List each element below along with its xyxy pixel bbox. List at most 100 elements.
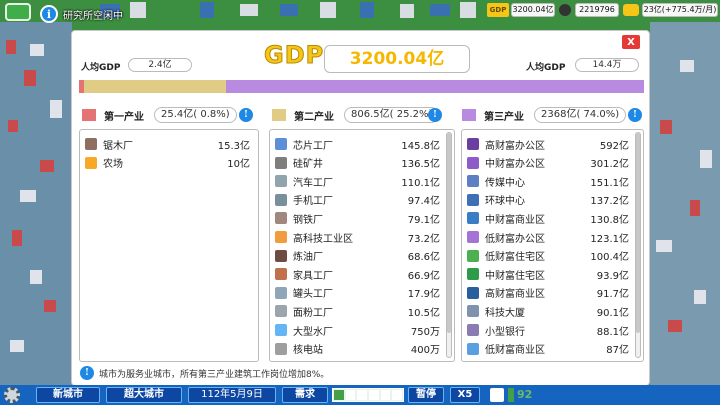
building-name: 罐头工厂: [293, 289, 333, 301]
tertiary-scrollbar[interactable]: [635, 132, 641, 358]
sector-share-bar: [79, 80, 644, 93]
info-icon: i: [40, 5, 58, 23]
building-name: 高财富商业区: [485, 289, 545, 301]
list-item[interactable]: 中财富办公区 301.2亿: [467, 154, 629, 172]
tertiary-sector-list[interactable]: 高财富办公区 592亿 中财富办公区 301.2亿 传媒中心 151.1亿 环球中心 137.…: [461, 129, 644, 362]
building-icon: [467, 249, 479, 262]
per-capita-gdp-value: 2.4亿: [128, 58, 192, 72]
building-icon: [275, 342, 287, 355]
secondary-sector-list[interactable]: 芯片工厂 145.8亿 硅矿井 136.5亿 汽车工厂 110.1亿 手机工厂 97.4亿 钢铁…: [269, 129, 455, 362]
list-item[interactable]: 科技大厦 90.1亿: [467, 302, 629, 320]
pause-button[interactable]: 暂停: [408, 387, 444, 403]
building-gdp-value: 91.7亿: [596, 289, 629, 301]
footer-note: ! 城市为服务业城市，所有第三产业建筑工作岗位增加8%。: [80, 366, 329, 380]
list-item[interactable]: 低财富住宅区 100.4亿: [467, 247, 629, 265]
list-item[interactable]: 高财富办公区 592亿: [467, 135, 629, 153]
list-item[interactable]: 高科技工业区 73.2亿: [275, 228, 440, 246]
building-name: 低财富办公区: [485, 233, 545, 245]
building-icon: [275, 175, 287, 188]
building-name: 硅矿井: [293, 159, 323, 171]
tertiary-sector-share-segment: [225, 80, 644, 93]
building-icon: [275, 268, 287, 281]
primary-sector-value: 25.4亿( 0.8%): [154, 107, 237, 123]
list-item[interactable]: 炼油厂 68.6亿: [275, 247, 440, 265]
approval-rating: 92: [517, 388, 533, 401]
building-gdp-value: 66.9亿: [407, 270, 440, 282]
secondary-scrollbar[interactable]: [446, 132, 452, 358]
list-item[interactable]: 汽车工厂 110.1亿: [275, 172, 440, 190]
building-icon: [467, 305, 479, 318]
building-name: 高科技工业区: [293, 233, 353, 245]
tertiary-sector-header: 第三产业 2368亿( 74.0%): [462, 106, 627, 124]
research-status[interactable]: i 研究所空闲中: [40, 4, 123, 24]
building-icon: [467, 212, 479, 225]
population-box[interactable]: 2219796: [575, 3, 619, 17]
list-item[interactable]: 中财富住宅区 93.9亿: [467, 265, 629, 283]
secondary-sector-info-icon[interactable]: !: [428, 108, 442, 122]
game-date: 112年5月9日: [188, 387, 276, 403]
list-item[interactable]: 硅矿井 136.5亿: [275, 154, 440, 172]
list-item[interactable]: 大型水厂 750万: [275, 321, 440, 339]
list-item[interactable]: 中财富商业区 130.8亿: [467, 209, 629, 227]
demand-button[interactable]: 需求: [282, 387, 328, 403]
list-item[interactable]: 核电站 400万: [275, 340, 440, 358]
building-gdp-value: 93.9亿: [596, 270, 629, 282]
list-item[interactable]: 农场 10亿: [85, 154, 250, 172]
list-item[interactable]: 环球中心 137.2亿: [467, 191, 629, 209]
list-item[interactable]: 高财富商业区 91.7亿: [467, 284, 629, 302]
building-name: 钢铁厂: [293, 214, 323, 226]
list-item[interactable]: 小型银行 88.1亿: [467, 321, 629, 339]
primary-sector-swatch: [82, 109, 96, 121]
money-icon: [623, 4, 639, 16]
secondary-sector-swatch: [272, 109, 286, 121]
building-name: 面粉工厂: [293, 307, 333, 319]
settings-gear-icon[interactable]: [4, 387, 20, 403]
demand-meter: [332, 388, 404, 402]
mega-city-button[interactable]: 超大城市: [106, 387, 182, 403]
list-item[interactable]: 罐头工厂 17.9亿: [275, 284, 440, 302]
building-gdp-value: 130.8亿: [590, 214, 629, 226]
primary-sector-list[interactable]: 锯木厂 15.3亿 农场 10亿: [79, 129, 259, 362]
building-gdp-value: 400万: [410, 345, 440, 357]
new-city-button[interactable]: 新城市: [36, 387, 100, 403]
close-button[interactable]: X: [621, 34, 641, 50]
list-item[interactable]: 低财富商业区 87亿: [467, 340, 629, 358]
thumbs-up-icon: [490, 388, 504, 402]
building-gdp-value: 90.1亿: [596, 307, 629, 319]
building-icon: [275, 156, 287, 169]
building-icon: [275, 193, 287, 206]
list-item[interactable]: 锯木厂 15.3亿: [85, 135, 250, 153]
income-box[interactable]: 23亿(+775.4万/月): [642, 3, 718, 17]
building-name: 核电站: [293, 345, 323, 357]
building-icon: [275, 138, 287, 150]
tertiary-sector-info-icon[interactable]: !: [628, 108, 642, 122]
building-gdp-value: 10.5亿: [407, 307, 440, 319]
building-icon: [275, 231, 287, 243]
secondary-scrollbar-thumb[interactable]: [447, 133, 451, 333]
speed-button[interactable]: X5: [450, 387, 480, 403]
building-icon: [275, 212, 287, 225]
secondary-sector-header: 第二产业 806.5亿( 25.2%): [272, 106, 440, 124]
population-icon: [559, 4, 571, 16]
primary-sector-info-icon[interactable]: !: [239, 108, 253, 122]
building-name: 大型水厂: [293, 326, 333, 338]
tertiary-sector-name: 第三产业: [484, 111, 524, 123]
building-gdp-value: 88.1亿: [596, 326, 629, 338]
list-item[interactable]: 钢铁厂 79.1亿: [275, 209, 440, 227]
gdp-badge[interactable]: GDP: [487, 3, 509, 17]
list-item[interactable]: 家具工厂 66.9亿: [275, 265, 440, 283]
list-item[interactable]: 面粉工厂 10.5亿: [275, 302, 440, 320]
building-gdp-value: 97.4亿: [407, 196, 440, 208]
tertiary-scrollbar-thumb[interactable]: [636, 133, 640, 333]
secondary-sector-value: 806.5亿( 25.2%): [344, 107, 440, 123]
building-icon: [85, 156, 97, 169]
home-hex-button[interactable]: [5, 3, 31, 21]
building-gdp-value: 123.1亿: [590, 233, 629, 245]
list-item[interactable]: 传媒中心 151.1亿: [467, 172, 629, 190]
list-item[interactable]: 手机工厂 97.4亿: [275, 191, 440, 209]
building-name: 手机工厂: [293, 196, 333, 208]
building-gdp-value: 110.1亿: [401, 177, 440, 189]
list-item[interactable]: 芯片工厂 145.8亿: [275, 135, 440, 153]
gdp-value-box[interactable]: 3200.04亿: [511, 3, 555, 17]
list-item[interactable]: 低财富办公区 123.1亿: [467, 228, 629, 246]
